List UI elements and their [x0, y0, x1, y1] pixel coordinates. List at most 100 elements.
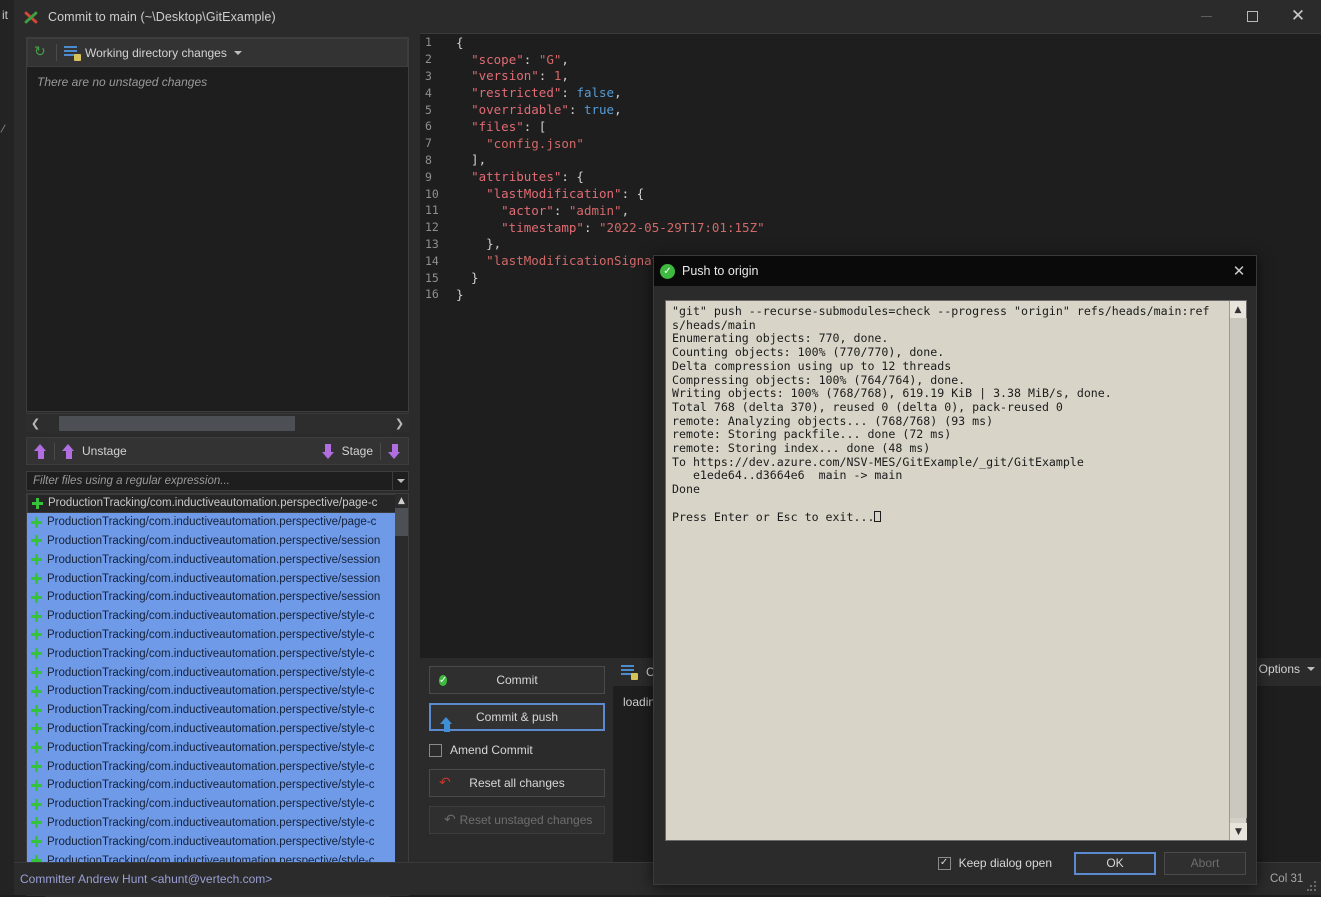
minimize-button[interactable] [1183, 0, 1229, 33]
unstaged-horizontal-scrollbar[interactable]: ❮ ❯ [26, 413, 409, 432]
scroll-down-icon[interactable]: ▼ [1230, 823, 1247, 840]
console-cursor [874, 511, 881, 522]
staged-vertical-scrollbar[interactable]: ▲ ▼ [395, 494, 408, 875]
scroll-right-icon[interactable]: ❯ [390, 414, 409, 433]
filter-dropdown-icon[interactable] [392, 472, 408, 490]
file-path: ProductionTracking/com.inductiveautomati… [47, 573, 380, 585]
code-line: 11 "actor": "admin", [420, 202, 1321, 219]
reset-unstaged-changes-button: ↶ Reset unstaged changes [429, 806, 605, 834]
file-path: ProductionTracking/com.inductiveautomati… [47, 798, 374, 810]
committer-label[interactable]: Committer Andrew Hunt <ahunt@vertech.com… [14, 872, 272, 886]
push-console-scrollbar[interactable]: ▲ ▼ [1229, 301, 1246, 840]
unstage-button[interactable]: Unstage [82, 444, 127, 458]
list-item[interactable]: ProductionTracking/com.inductiveautomati… [27, 513, 408, 532]
commit-actions-panel: ✓ Commit Commit & push Amend Commit ↶ Re… [422, 658, 612, 895]
options-button[interactable]: Options [1259, 662, 1315, 676]
list-item[interactable]: ProductionTracking/com.inductiveautomati… [27, 626, 408, 645]
push-console-output[interactable]: "git" push --recurse-submodules=check --… [666, 301, 1229, 840]
filter-input[interactable] [27, 475, 392, 487]
push-dialog-titlebar[interactable]: ✓ Push to origin ✕ [654, 256, 1256, 286]
code-text: } [456, 270, 479, 285]
file-path: ProductionTracking/com.inductiveautomati… [47, 817, 374, 829]
code-line: 9 "attributes": { [420, 168, 1321, 185]
push-console-wrapper: "git" push --recurse-submodules=check --… [665, 300, 1247, 841]
code-text: "restricted": false, [456, 85, 622, 100]
line-number: 2 [420, 52, 456, 66]
line-number: 13 [420, 237, 456, 251]
added-icon [31, 535, 42, 546]
file-path: ProductionTracking/com.inductiveautomati… [47, 591, 380, 603]
git-extensions-icon [22, 8, 40, 26]
stage-icon[interactable] [322, 444, 335, 459]
chevron-down-icon [397, 479, 405, 483]
list-item[interactable]: ProductionTracking/com.inductiveautomati… [27, 644, 408, 663]
scroll-up-icon[interactable]: ▲ [1230, 301, 1246, 318]
list-item[interactable]: ProductionTracking/com.inductiveautomati… [27, 832, 408, 851]
chevron-down-icon[interactable] [234, 51, 242, 55]
list-item[interactable]: ProductionTracking/com.inductiveautomati… [27, 494, 408, 513]
code-text: }, [456, 236, 501, 251]
chevron-down-icon [1307, 667, 1315, 671]
amend-commit-row[interactable]: Amend Commit [429, 740, 612, 760]
list-item[interactable]: ProductionTracking/com.inductiveautomati… [27, 569, 408, 588]
list-item[interactable]: ProductionTracking/com.inductiveautomati… [27, 682, 408, 701]
amend-commit-checkbox[interactable] [429, 744, 442, 757]
keep-dialog-open-checkbox[interactable]: ✓ [938, 857, 951, 870]
ok-button[interactable]: OK [1074, 852, 1156, 875]
close-icon[interactable]: ✕ [1226, 260, 1252, 282]
list-item[interactable]: ProductionTracking/com.inductiveautomati… [27, 607, 408, 626]
push-to-origin-dialog: ✓ Push to origin ✕ "git" push --recurse-… [653, 255, 1257, 885]
code-text: "version": 1, [456, 68, 569, 83]
green-check-icon: ✓ [660, 264, 675, 279]
list-item[interactable]: ProductionTracking/com.inductiveautomati… [27, 701, 408, 720]
unstage-all-icon[interactable] [34, 444, 47, 459]
scroll-thumb[interactable] [395, 508, 408, 536]
list-item[interactable]: ProductionTracking/com.inductiveautomati… [27, 550, 408, 569]
list-item[interactable]: ProductionTracking/com.inductiveautomati… [27, 663, 408, 682]
list-item[interactable]: ProductionTracking/com.inductiveautomati… [27, 532, 408, 551]
commit-button[interactable]: ✓ Commit [429, 666, 605, 694]
scroll-track[interactable] [45, 414, 390, 433]
file-path: ProductionTracking/com.inductiveautomati… [47, 742, 374, 754]
list-item[interactable]: ProductionTracking/com.inductiveautomati… [27, 757, 408, 776]
unstage-icon[interactable] [62, 444, 75, 459]
list-item[interactable]: ProductionTracking/com.inductiveautomati… [27, 814, 408, 833]
list-item[interactable]: ProductionTracking/com.inductiveautomati… [27, 588, 408, 607]
line-number: 11 [420, 203, 456, 217]
staged-files-list[interactable]: ProductionTracking/com.inductiveautomati… [26, 493, 409, 876]
refresh-icon[interactable]: ↻ [34, 45, 49, 60]
toolbar-divider [54, 443, 55, 460]
stage-all-icon[interactable] [388, 444, 401, 459]
reset-all-changes-button[interactable]: ↶ Reset all changes [429, 769, 605, 797]
working-directory-dropdown-label[interactable]: Working directory changes [85, 46, 227, 60]
stage-button[interactable]: Stage [342, 444, 373, 458]
titlebar[interactable]: Commit to main (~\Desktop\GitExample) ✕ [14, 0, 1321, 33]
list-item[interactable]: ProductionTracking/com.inductiveautomati… [27, 720, 408, 739]
list-item[interactable]: ProductionTracking/com.inductiveautomati… [27, 738, 408, 757]
scroll-left-icon[interactable]: ❮ [26, 414, 45, 433]
added-icon [31, 611, 42, 622]
resize-grip[interactable] [1307, 881, 1317, 891]
added-icon [31, 629, 42, 640]
list-item[interactable]: ProductionTracking/com.inductiveautomati… [27, 776, 408, 795]
unstaged-empty-message: There are no unstaged changes [27, 67, 408, 97]
code-line: 6 "files": [ [420, 118, 1321, 135]
added-icon [31, 667, 42, 678]
file-path: ProductionTracking/com.inductiveautomati… [47, 648, 374, 660]
line-number: 16 [420, 287, 456, 301]
maximize-button[interactable] [1229, 0, 1275, 33]
line-number: 12 [420, 220, 456, 234]
file-path: ProductionTracking/com.inductiveautomati… [48, 497, 377, 509]
code-line: 8 ], [420, 152, 1321, 169]
keep-dialog-open-row[interactable]: ✓ Keep dialog open [938, 856, 1052, 870]
keep-dialog-open-label: Keep dialog open [959, 856, 1052, 870]
close-icon[interactable]: ✕ [1275, 0, 1321, 33]
scroll-thumb[interactable] [1230, 318, 1247, 818]
code-text: "attributes": { [456, 169, 584, 184]
commit-and-push-button[interactable]: Commit & push [429, 703, 605, 731]
scroll-up-icon[interactable]: ▲ [395, 494, 408, 507]
added-icon [31, 573, 42, 584]
list-item[interactable]: ProductionTracking/com.inductiveautomati… [27, 795, 408, 814]
scroll-thumb[interactable] [59, 416, 295, 431]
filter-row[interactable] [26, 471, 409, 491]
